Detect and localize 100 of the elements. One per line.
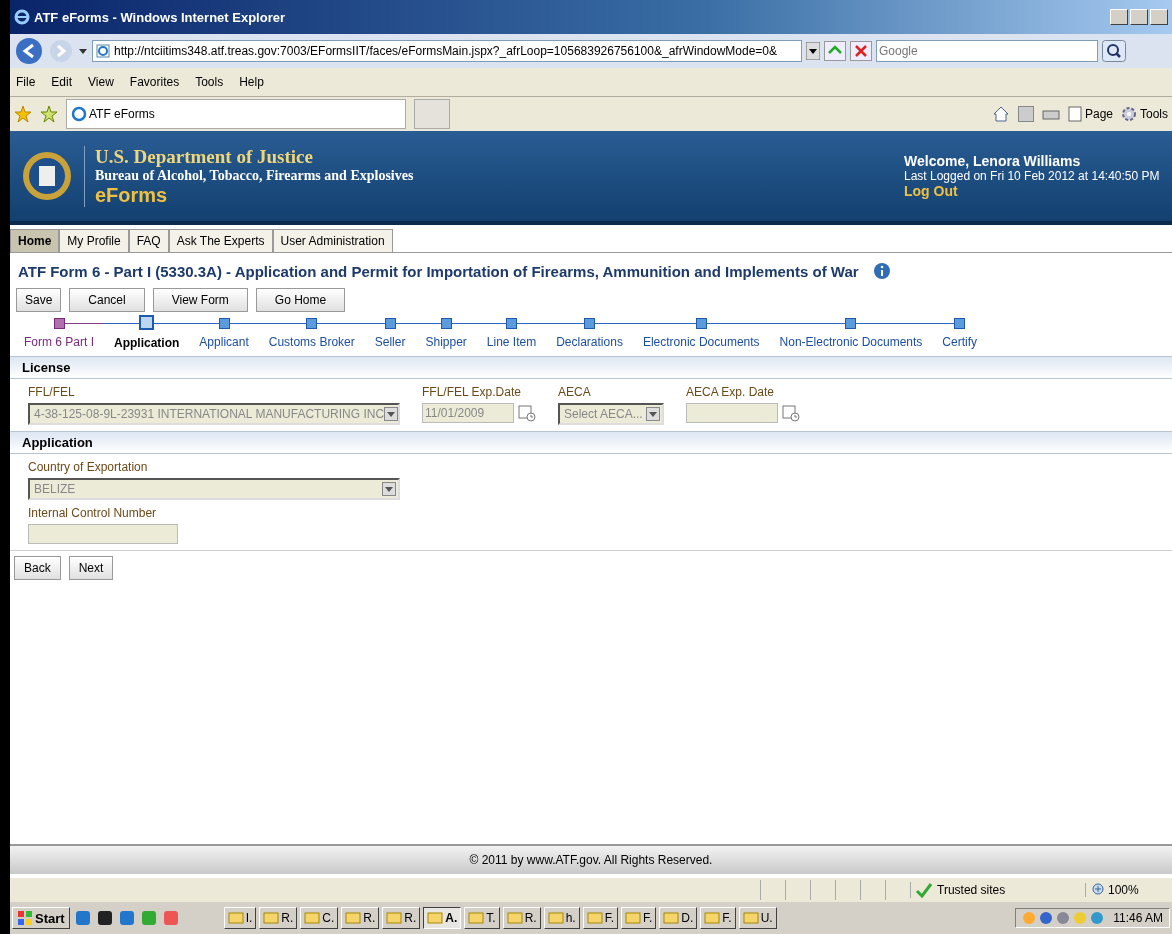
step-marker[interactable]	[384, 318, 396, 329]
field-label: FFL/FEL Exp.Date	[422, 385, 522, 399]
taskbar-item[interactable]: D.	[659, 907, 698, 929]
step-link[interactable]: Electronic Documents	[642, 335, 760, 349]
menu-item[interactable]: Help	[239, 75, 264, 89]
program-icon	[304, 910, 321, 926]
seal-icon	[22, 151, 72, 201]
window-title: ATF eForms - Windows Internet Explorer	[34, 9, 285, 25]
step-marker[interactable]	[845, 318, 857, 329]
section-header: License	[10, 356, 1172, 379]
quick-launch-icon	[73, 909, 92, 927]
field-label: Country of Exportation	[28, 460, 149, 474]
calendar-icon	[782, 404, 800, 422]
taskbar-item[interactable]: I.	[223, 907, 257, 929]
menu-item[interactable]: File	[16, 75, 36, 89]
page-menu[interactable]: Page	[1067, 106, 1113, 122]
form-title: ATF Form 6 - Part I (5330.3A) - Application and Permit for Importation of Firearms, Ammunition and Implements of War	[18, 262, 859, 280]
program-icon	[227, 910, 244, 926]
program-icon	[586, 910, 603, 926]
step-link[interactable]: Application	[114, 336, 180, 350]
clock-text: 11:46 AM	[1113, 911, 1163, 925]
home-icon	[991, 105, 1010, 123]
taskbar-item[interactable]: C.	[300, 907, 339, 929]
step-marker[interactable]	[954, 318, 966, 329]
browser-logo-icon	[14, 9, 30, 25]
step-marker[interactable]	[306, 318, 318, 329]
step-link[interactable]: Applicant	[199, 335, 249, 349]
minimize-button[interactable]	[1110, 9, 1128, 25]
nav-tab[interactable]: My Profile	[59, 229, 129, 252]
step-link[interactable]: Certify	[942, 335, 977, 349]
refresh-icon	[824, 41, 846, 61]
action-button[interactable]: Save	[16, 288, 62, 312]
step-marker[interactable]	[695, 318, 707, 329]
logout-link[interactable]: Log Out	[904, 183, 958, 199]
program-icon	[742, 910, 759, 926]
taskbar-item[interactable]: R.	[341, 907, 380, 929]
step-link[interactable]: Shipper	[425, 335, 467, 349]
menu-item[interactable]: Edit	[51, 75, 73, 89]
last-login-text: Last Logged on Fri 10 Feb 2012 at 14:40:50 PM	[904, 169, 1160, 183]
browser-tab[interactable]: ATF eForms	[66, 99, 406, 129]
page-icon	[71, 106, 87, 122]
nav-tab[interactable]: Home	[10, 229, 60, 252]
taskbar-item[interactable]: R.	[382, 907, 421, 929]
step-marker[interactable]	[53, 318, 65, 329]
step-marker[interactable]	[584, 318, 596, 329]
step-marker[interactable]	[139, 315, 155, 330]
address-field[interactable]: http://ntciitims348.atf.treas.gov:7003/EFormsIIT/faces/eFormsMain.jspx?_afrLoop=105683926756100&_afrWindowMode=0&	[92, 40, 802, 62]
taskbar-item[interactable]: F.	[621, 907, 657, 929]
program-icon	[547, 910, 564, 926]
search-field[interactable]: Google	[876, 40, 1098, 62]
step-marker[interactable]	[218, 318, 230, 329]
zoom-control[interactable]: 100%	[1085, 883, 1172, 897]
close-button[interactable]	[1150, 9, 1168, 25]
program-icon	[427, 910, 444, 926]
program-icon	[345, 910, 362, 926]
dropdown-icon	[806, 42, 820, 60]
step-link[interactable]: Form 6 Part I	[24, 335, 94, 349]
footer-text: © 2011 by www.ATF.gov. All Rights Reserved.	[10, 844, 1172, 874]
action-button[interactable]: View Form	[152, 288, 248, 312]
step-link[interactable]: Line Item	[486, 335, 537, 349]
taskbar-item[interactable]: F.	[582, 907, 618, 929]
action-button[interactable]: Go Home	[255, 288, 346, 312]
menu-item[interactable]: Tools	[195, 75, 224, 89]
nav-tab[interactable]: FAQ	[128, 229, 169, 252]
start-button[interactable]: Start	[12, 907, 70, 929]
menu-item[interactable]: View	[88, 75, 114, 89]
step-link[interactable]: Non-Electronic Documents	[779, 335, 923, 349]
menu-item[interactable]: Favorites	[129, 75, 180, 89]
nav-button[interactable]: Back	[14, 556, 61, 580]
step-link[interactable]: Declarations	[556, 335, 623, 349]
welcome-text: Welcome, Lenora Williams	[904, 153, 1082, 169]
department-name: U.S. Department of Justice	[95, 145, 314, 168]
product-name: eForms	[95, 183, 169, 207]
taskbar-item[interactable]: T.	[464, 907, 500, 929]
search-icon	[1102, 40, 1126, 62]
tools-menu[interactable]: Tools	[1121, 106, 1168, 122]
step-link[interactable]: Seller	[374, 335, 406, 349]
forward-icon	[48, 38, 74, 64]
taskbar-item[interactable]: h.	[543, 907, 580, 929]
star-icon	[14, 105, 32, 123]
nav-tab[interactable]: Ask The Experts	[168, 229, 273, 252]
taskbar-item[interactable]: U.	[738, 907, 777, 929]
step-marker[interactable]	[506, 318, 517, 329]
taskbar-item[interactable]: F.	[700, 907, 736, 929]
field-label: Internal Control Number	[28, 506, 158, 520]
security-zone: Trusted sites	[910, 882, 1085, 898]
step-link[interactable]: Customs Broker	[268, 335, 355, 349]
quick-launch-icon	[139, 909, 158, 927]
taskbar-item[interactable]: R.	[259, 907, 298, 929]
action-button[interactable]: Cancel	[69, 288, 145, 312]
step-marker[interactable]	[440, 318, 452, 329]
windows-logo-icon	[17, 910, 33, 926]
zoom-icon	[1092, 883, 1106, 897]
field-label: AECA	[558, 385, 592, 399]
nav-tab[interactable]: User Administration	[272, 229, 393, 252]
page-icon	[1067, 106, 1082, 122]
nav-button[interactable]: Next	[68, 556, 114, 580]
taskbar-item[interactable]: R.	[502, 907, 541, 929]
maximize-button[interactable]	[1130, 9, 1148, 25]
taskbar-item[interactable]: A.	[423, 907, 462, 929]
